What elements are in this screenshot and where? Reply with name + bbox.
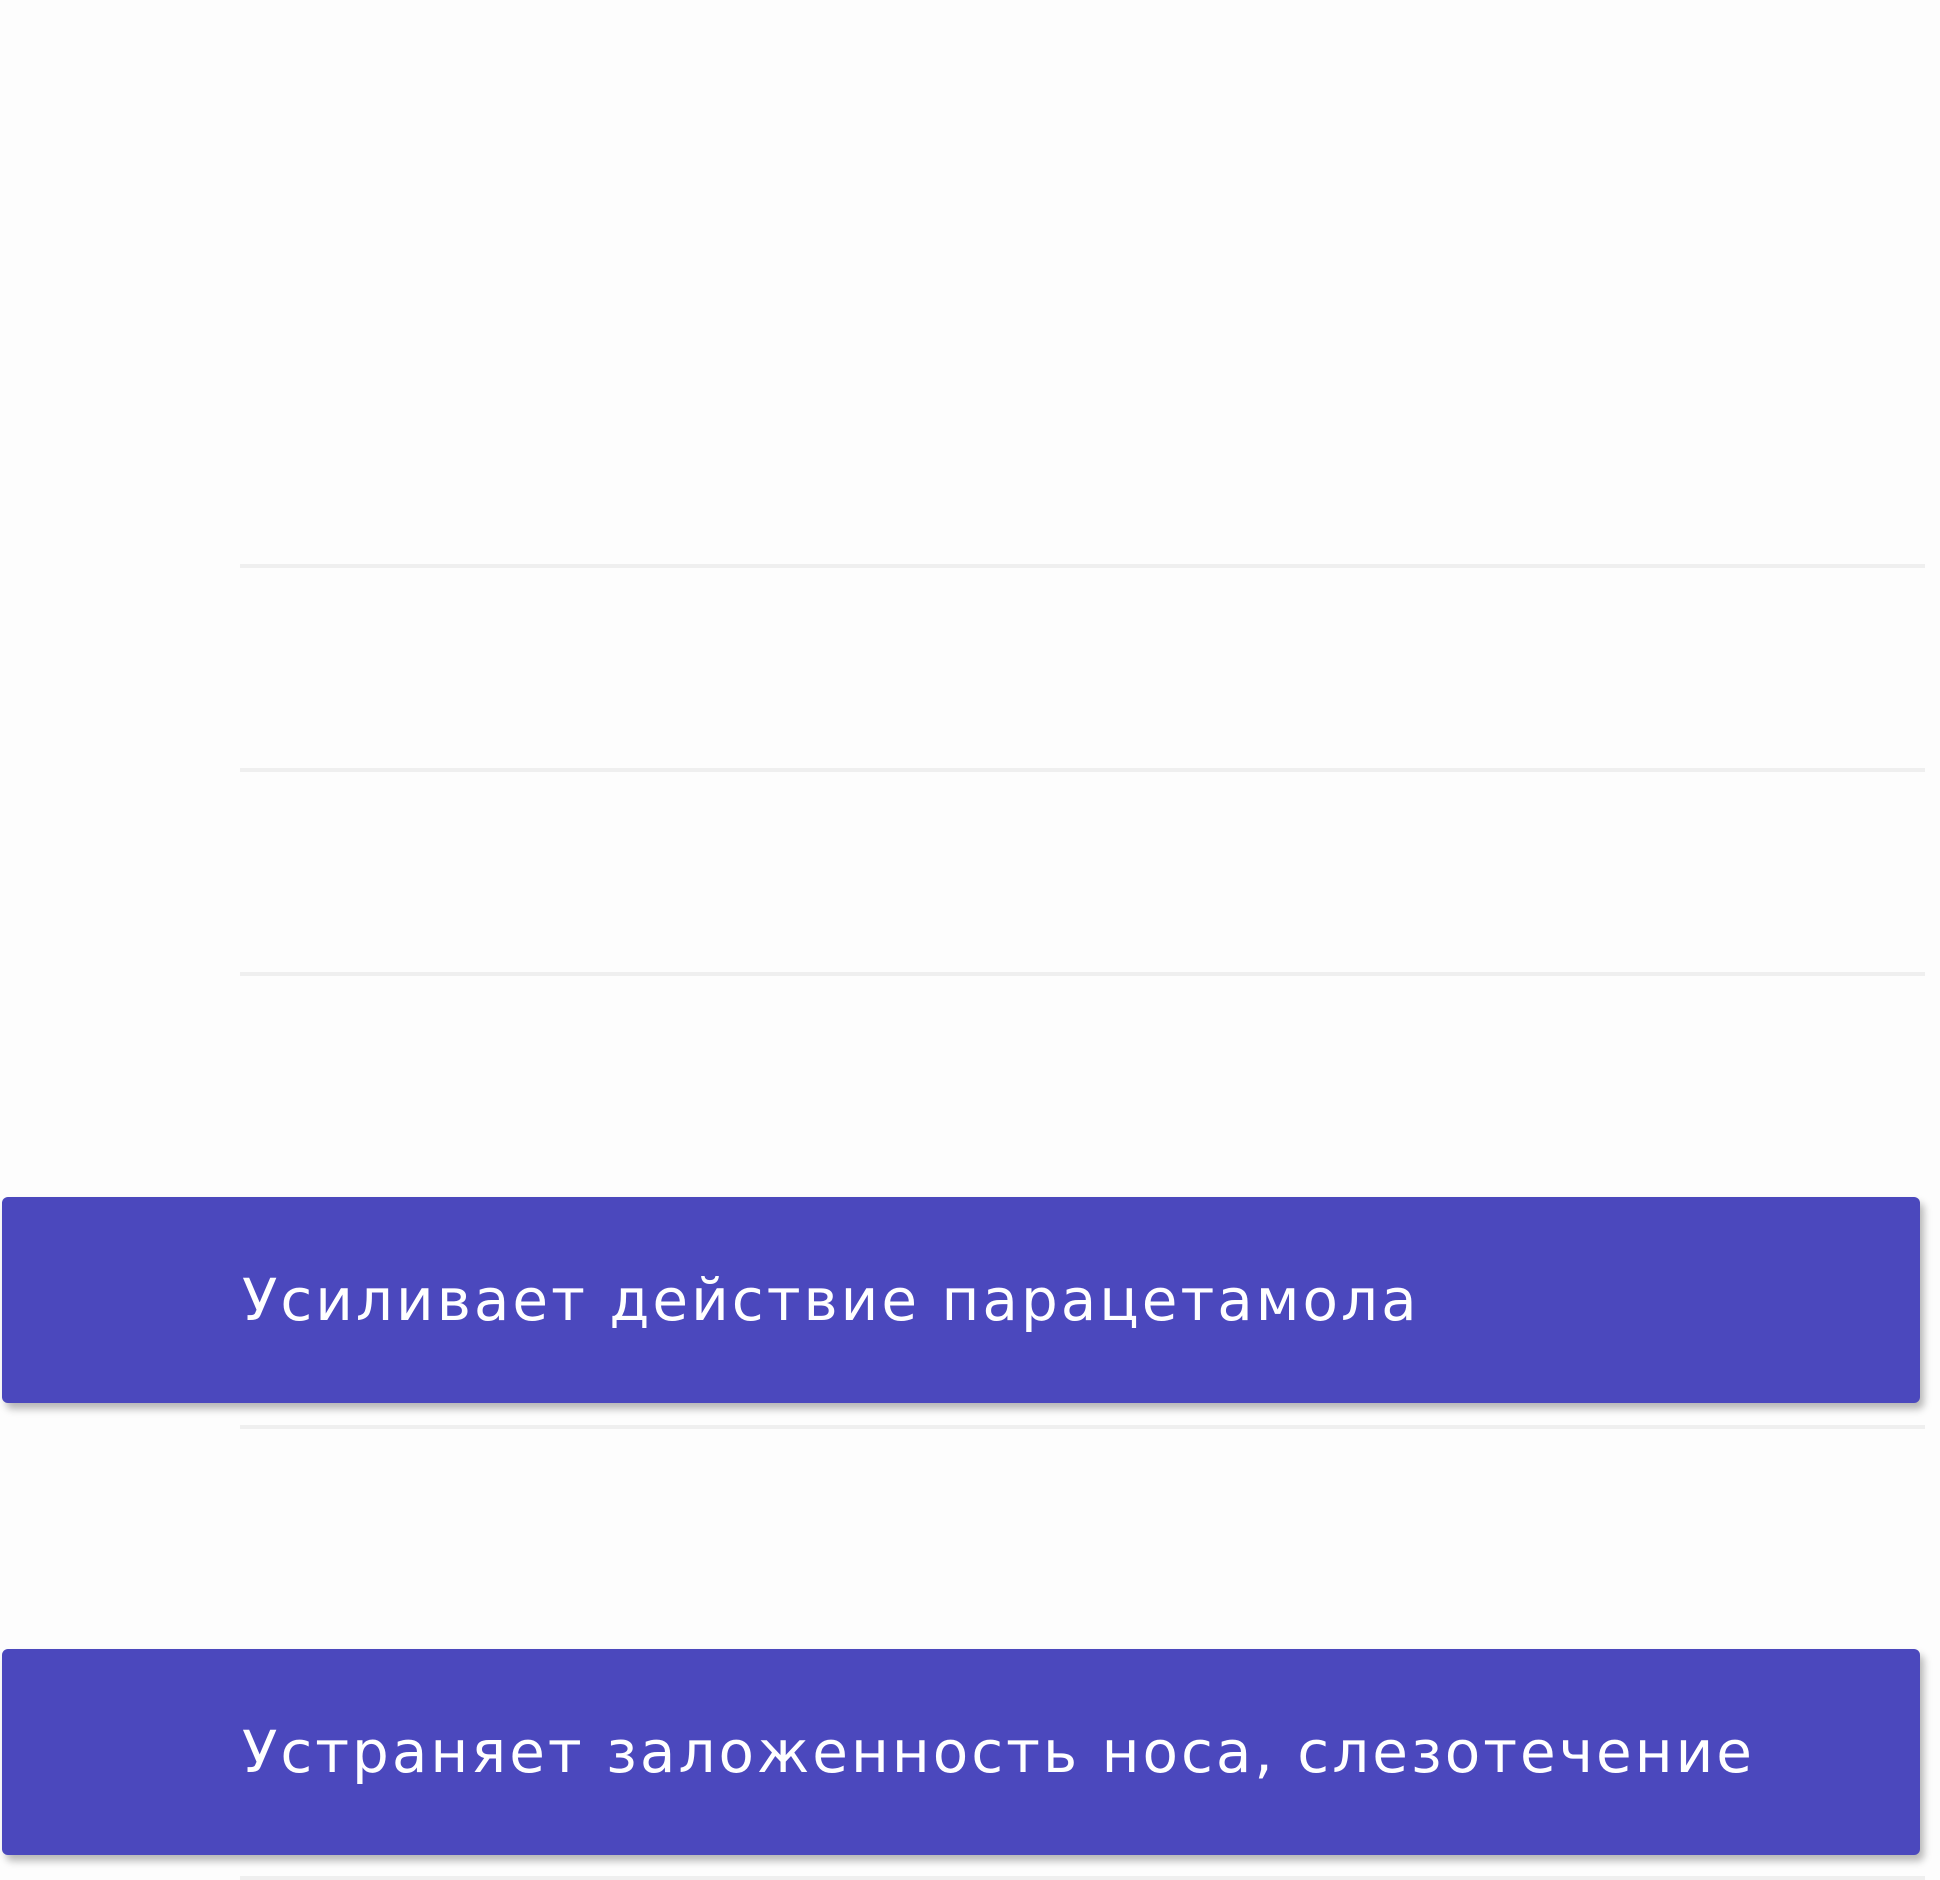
list-divider — [240, 564, 1925, 568]
list-divider — [240, 768, 1925, 772]
feature-banner: Устраняет заложенность носа, слезотечени… — [2, 1649, 1920, 1855]
list-divider — [240, 1425, 1925, 1429]
list-divider — [240, 972, 1925, 976]
feature-banner: Усиливает действие парацетамола — [2, 1197, 1920, 1403]
feature-banner-text: Усиливает действие парацетамола — [242, 1266, 1420, 1334]
feature-banner-text: Устраняет заложенность носа, слезотечени… — [242, 1718, 1755, 1786]
list-divider — [240, 1876, 1925, 1880]
